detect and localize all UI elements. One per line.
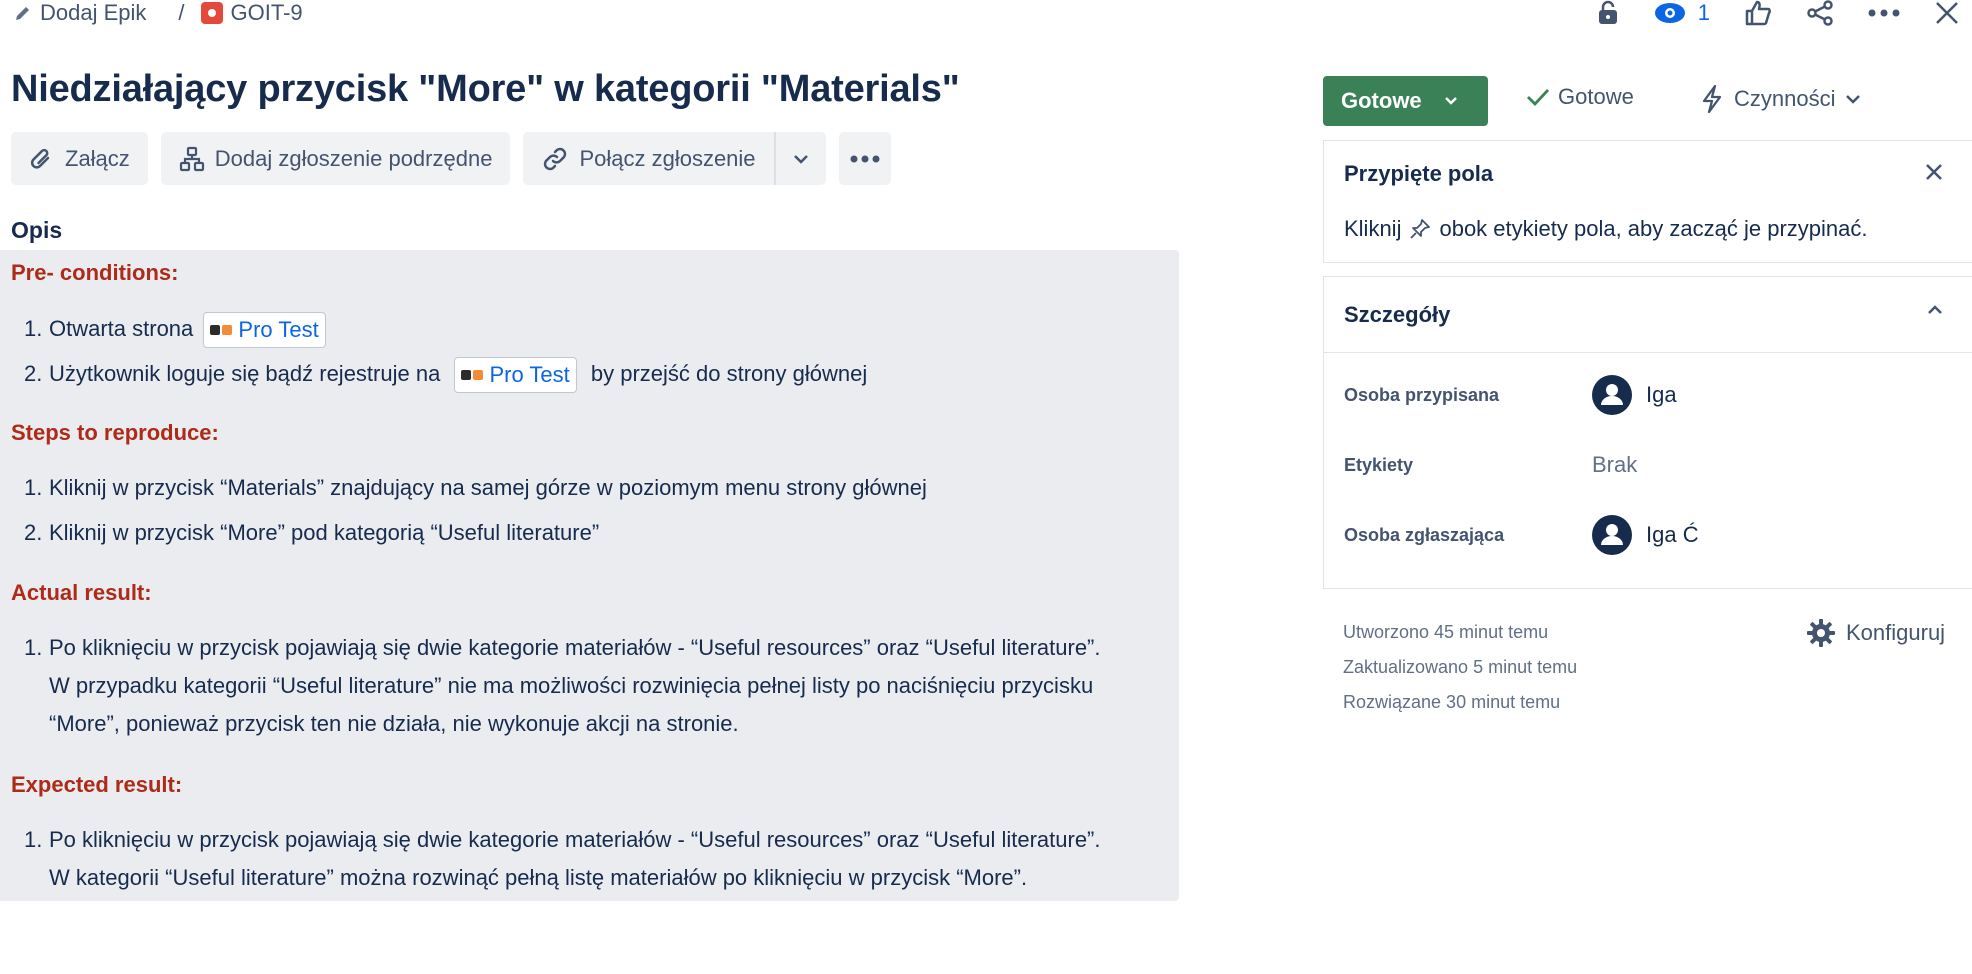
resolution-button[interactable]: Gotowe <box>1526 84 1634 110</box>
assignee-field[interactable]: Osoba przypisana Iga <box>1344 375 1677 415</box>
lightning-icon <box>1700 84 1724 114</box>
list-item: 1. Otwarta strona Pro Test <box>24 312 330 348</box>
resolution-label: Gotowe <box>1558 84 1634 109</box>
paperclip-icon <box>29 146 55 172</box>
check-icon <box>1526 87 1550 107</box>
more-actions-button[interactable] <box>838 132 891 185</box>
updated-timestamp: Zaktualizowano 5 minut temu <box>1343 657 1578 677</box>
gear-icon <box>1806 618 1836 648</box>
attach-label: Załącz <box>65 145 130 171</box>
list-item-continuation: “More”, ponieważ przycisk ten nie działa… <box>49 711 739 736</box>
actions-menu-label: Czynności <box>1734 86 1836 111</box>
labels-field[interactable]: Etykiety Brak <box>1344 445 1637 485</box>
issue-actions: Załącz Dodaj zgłoszenie podrzędne Połącz… <box>11 132 891 185</box>
list-item-continuation: W przypadku kategorii “Useful literature… <box>49 673 1094 698</box>
close-icon[interactable] <box>1925 163 1943 181</box>
details-header[interactable]: Szczegóły <box>1324 277 1972 353</box>
issue-key-link[interactable]: GOIT-9 <box>200 0 303 26</box>
add-epic-link[interactable]: Dodaj Epik <box>14 0 146 26</box>
chevron-down-icon <box>1845 94 1861 104</box>
description-heading: Opis <box>11 217 63 243</box>
resolved-timestamp: Rozwiązane 30 minut temu <box>1343 692 1561 712</box>
attach-button[interactable]: Załącz <box>11 132 148 185</box>
configure-label: Konfiguruj <box>1846 620 1946 645</box>
add-child-issue-button[interactable]: Dodaj zgłoszenie podrzędne <box>160 132 511 185</box>
pro-test-logo <box>461 370 484 380</box>
created-timestamp: Utworzono 45 minut temu <box>1343 622 1549 642</box>
pinned-fields-title: Przypięte pola <box>1344 161 1494 186</box>
share-icon[interactable] <box>1806 0 1834 26</box>
issue-key: GOIT-9 <box>230 0 303 25</box>
pro-test-link-chip[interactable]: Pro Test <box>454 357 577 393</box>
expected-result-heading: Expected result: <box>11 772 183 797</box>
breadcrumb-separator: / <box>178 0 185 25</box>
status-label: Gotowe <box>1341 88 1422 113</box>
pro-test-link-chip[interactable]: Pro Test <box>203 312 326 348</box>
pin-icon <box>1409 218 1431 240</box>
labels-value[interactable]: Brak <box>1592 452 1637 478</box>
list-item: 1. Po kliknięciu w przycisk pojawiają się… <box>24 635 1101 660</box>
close-icon[interactable] <box>1934 0 1960 26</box>
more-icon <box>850 155 880 163</box>
link-icon <box>541 146 569 172</box>
details-panel: Szczegóły Osoba przypisana Iga Etykiety … <box>1323 276 1972 589</box>
watchers-button[interactable]: 1 <box>1654 0 1710 26</box>
labels-label: Etykiety <box>1344 454 1414 475</box>
more-icon[interactable] <box>1868 0 1900 26</box>
assignee-label: Osoba przypisana <box>1344 384 1500 405</box>
chevron-up-icon <box>1927 305 1943 315</box>
add-epic-label: Dodaj Epik <box>40 0 147 25</box>
reporter-value[interactable]: Iga Ć <box>1592 515 1699 555</box>
details-title: Szczegóły <box>1344 302 1451 327</box>
reporter-label: Osoba zgłaszająca <box>1344 524 1505 545</box>
link-issue-button[interactable]: Połącz zgłoszenie <box>523 132 773 185</box>
list-item: 1. Kliknij w przycisk “Materials” znajduj… <box>24 475 927 500</box>
pinned-fields-panel: Przypięte pola Kliknij obok etykiety pol… <box>1323 140 1972 263</box>
issue-title[interactable]: Niedziałający przycisk "More" w kategori… <box>11 68 960 111</box>
actions-menu-button[interactable]: Czynności <box>1700 84 1861 114</box>
link-issue-group: Połącz zgłoszenie <box>523 132 826 185</box>
pro-test-logo <box>210 325 233 335</box>
chevron-down-icon <box>793 154 809 164</box>
list-item: 2. Kliknij w przycisk “More” pod kategori… <box>24 520 600 545</box>
list-item-continuation: W kategorii “Useful literature” można ro… <box>49 865 1028 890</box>
issue-toolbar: 1 <box>1562 0 1960 26</box>
list-item: 1. Po kliknięciu w przycisk pojawiają się… <box>24 827 1101 852</box>
chevron-down-icon <box>1444 96 1458 106</box>
bug-icon <box>200 2 223 24</box>
pinned-fields-hint: Kliknij obok etykiety pola, aby zacząć j… <box>1344 216 1868 241</box>
link-issue-dropdown[interactable] <box>776 132 826 185</box>
status-dropdown[interactable]: Gotowe <box>1323 76 1488 126</box>
user-avatar-icon <box>1592 375 1632 415</box>
thumbs-up-icon[interactable] <box>1744 0 1772 26</box>
description-editor[interactable]: Pre- conditions: 1. Otwarta strona Pro Te… <box>0 250 1179 901</box>
steps-heading: Steps to reproduce: <box>11 420 219 445</box>
reporter-field[interactable]: Osoba zgłaszająca Iga Ć <box>1344 515 1699 555</box>
list-item: 2. Użytkownik loguje się bądź rejestruje … <box>24 357 867 393</box>
hierarchy-icon <box>179 146 205 172</box>
pencil-icon <box>14 4 32 22</box>
assignee-value[interactable]: Iga <box>1592 375 1677 415</box>
watchers-count: 1 <box>1697 0 1710 25</box>
eye-icon <box>1654 2 1686 24</box>
configure-button[interactable]: Konfiguruj <box>1806 618 1945 648</box>
add-child-issue-label: Dodaj zgłoszenie podrzędne <box>214 145 493 171</box>
user-avatar-icon <box>1592 515 1632 555</box>
lock-icon[interactable] <box>1596 0 1620 26</box>
pre-conditions-heading: Pre- conditions: <box>11 260 179 285</box>
link-issue-label: Połącz zgłoszenie <box>579 145 756 171</box>
breadcrumb: Dodaj Epik / GOIT-9 <box>14 0 303 26</box>
actual-result-heading: Actual result: <box>11 580 152 605</box>
